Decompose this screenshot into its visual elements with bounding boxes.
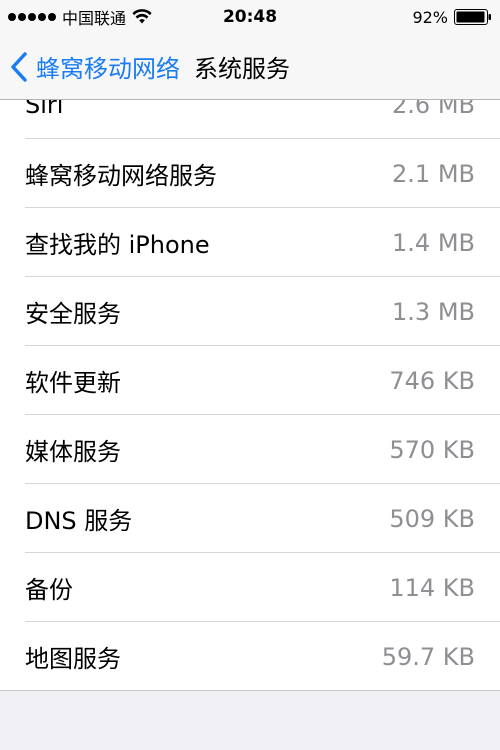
service-name: DNS 服务 bbox=[25, 507, 133, 535]
system-services-list[interactable]: Siri 2.6 MB 蜂窝移动网络服务 2.1 MB 查找我的 iPhone … bbox=[0, 100, 500, 691]
list-item: 蜂窝移动网络服务 2.1 MB bbox=[0, 139, 500, 208]
list-item: 地图服务 59.7 KB bbox=[0, 622, 500, 690]
service-name: Siri bbox=[25, 100, 64, 119]
list-item: DNS 服务 509 KB bbox=[0, 484, 500, 553]
service-name: 查找我的 iPhone bbox=[25, 231, 210, 259]
list-footer-background bbox=[0, 691, 500, 750]
data-usage: 59.7 KB bbox=[381, 642, 475, 671]
back-button[interactable]: 蜂窝移动网络 bbox=[0, 49, 180, 84]
battery-percent: 92% bbox=[412, 7, 448, 27]
data-usage: 1.3 MB bbox=[392, 297, 475, 326]
service-name: 软件更新 bbox=[25, 369, 121, 397]
data-usage: 114 KB bbox=[389, 573, 475, 602]
data-usage: 1.4 MB bbox=[392, 228, 475, 257]
status-bar: 中国联通 20:48 92% bbox=[0, 0, 500, 34]
list-item: 备份 114 KB bbox=[0, 553, 500, 622]
wifi-icon bbox=[132, 9, 152, 24]
service-name: 蜂窝移动网络服务 bbox=[25, 162, 217, 190]
navigation-bar: 蜂窝移动网络 系统服务 bbox=[0, 34, 500, 100]
carrier-name: 中国联通 bbox=[62, 9, 127, 28]
list-item: 安全服务 1.3 MB bbox=[0, 277, 500, 346]
service-name: 备份 bbox=[25, 576, 73, 604]
service-name: 地图服务 bbox=[25, 645, 121, 673]
data-usage: 746 KB bbox=[389, 366, 475, 395]
chevron-left-icon bbox=[11, 51, 27, 82]
status-left: 中国联通 bbox=[0, 5, 152, 29]
service-name: 媒体服务 bbox=[25, 438, 121, 466]
list-item: 软件更新 746 KB bbox=[0, 346, 500, 415]
list-item: 查找我的 iPhone 1.4 MB bbox=[0, 208, 500, 277]
back-label: 蜂窝移动网络 bbox=[36, 55, 180, 83]
list-item: 媒体服务 570 KB bbox=[0, 415, 500, 484]
status-right: 92% bbox=[412, 8, 492, 27]
signal-icon bbox=[8, 13, 56, 21]
data-usage: 509 KB bbox=[389, 504, 475, 533]
data-usage: 570 KB bbox=[389, 435, 475, 464]
battery-icon bbox=[454, 9, 491, 25]
data-usage: 2.1 MB bbox=[392, 159, 475, 188]
data-usage: 2.6 MB bbox=[392, 100, 475, 119]
list-item: Siri 2.6 MB bbox=[0, 100, 500, 139]
service-name: 安全服务 bbox=[25, 300, 121, 328]
page-title: 系统服务 bbox=[194, 55, 290, 83]
list-content: Siri 2.6 MB 蜂窝移动网络服务 2.1 MB 查找我的 iPhone … bbox=[0, 100, 500, 690]
